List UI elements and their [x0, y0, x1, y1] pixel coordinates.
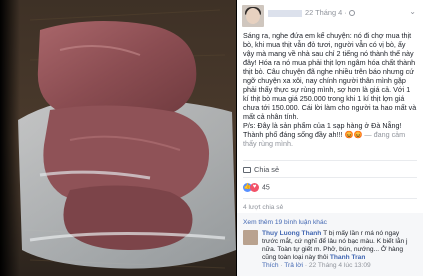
comments-area: Xem thêm 19 bình luận khác Thuy Luong Th…	[237, 213, 423, 276]
reaction-count: 45	[262, 184, 270, 192]
author-name-redacted[interactable]	[268, 9, 302, 17]
commenter-avatar[interactable]	[243, 230, 258, 245]
share-label: Chia sẻ	[254, 165, 280, 174]
meat-photo	[0, 0, 236, 276]
post-paragraph-2: P/s: Đây là sản phẩm của 1 sạp hàng ở Đà…	[243, 121, 417, 148]
comment-tag[interactable]: Thanh Tran	[330, 254, 366, 261]
chevron-down-icon[interactable]: ⌄	[409, 7, 416, 16]
comment-author[interactable]: Thuy Luong Thanh	[262, 230, 321, 237]
share-button[interactable]: Chia sẻ	[243, 165, 279, 174]
author-line: 22 Tháng 4 ·	[268, 8, 355, 17]
post-stats: 4 lượt chia sẻ	[243, 204, 287, 211]
comment-like-link[interactable]: Thích	[262, 262, 279, 269]
divider	[243, 160, 417, 161]
share-icon	[243, 167, 251, 174]
emoji-icon: 😡😡	[344, 130, 363, 139]
share-count[interactable]: 4 lượt chia sẻ	[243, 204, 283, 211]
post-header: 22 Tháng 4 · ⌄	[237, 0, 423, 28]
post-body: Sáng ra, nghe đứa em kể chuyện: nó đi ch…	[243, 31, 417, 148]
more-comments-link[interactable]: Xem thêm 19 bình luận khác	[243, 219, 327, 226]
photo-viewer: 22 Tháng 4 · ⌄ Sáng ra, nghe đứa em kể c…	[0, 0, 423, 276]
comment-time[interactable]: 22 Tháng 4 lúc 13:09	[309, 262, 371, 269]
post-panel: 22 Tháng 4 · ⌄ Sáng ra, nghe đứa em kể c…	[237, 0, 423, 276]
globe-icon	[348, 10, 355, 17]
photo-shade	[0, 0, 20, 276]
love-reaction-icon: ♥	[250, 183, 259, 192]
divider	[243, 198, 417, 199]
reactions-summary[interactable]: 👍♥ 45	[243, 183, 270, 192]
post-paragraph-1: Sáng ra, nghe đứa em kể chuyện: nó đi ch…	[243, 31, 417, 121]
post-date[interactable]: 22 Tháng 4 ·	[305, 8, 347, 17]
divider	[243, 177, 417, 178]
post-photo[interactable]	[0, 0, 236, 276]
author-avatar[interactable]	[242, 5, 264, 27]
avatar-face	[246, 8, 260, 24]
comment-reply-link[interactable]: Trả lời	[284, 262, 303, 269]
comment-body: Thuy Luong Thanh T bị mấy lần r má nó ng…	[262, 230, 416, 270]
comment-meta: Thích · Trả lời · 22 Tháng 4 lúc 13:09	[262, 262, 371, 269]
